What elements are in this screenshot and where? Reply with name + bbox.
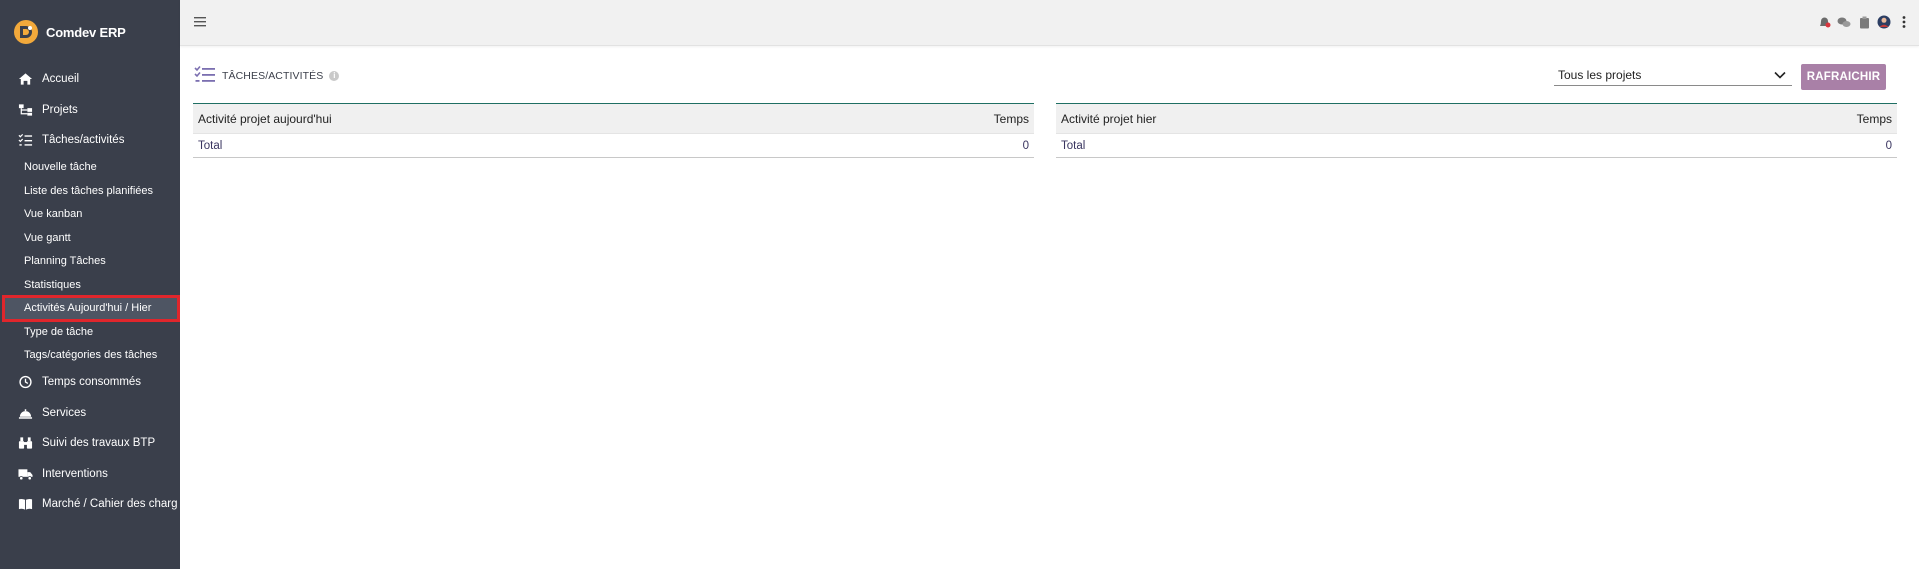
submenu-item-label: Type de tâche (24, 325, 94, 338)
submenu-item-vue-gantt[interactable]: Vue gantt (0, 226, 180, 250)
book-icon (16, 497, 34, 511)
total-label: Total (1061, 139, 1086, 152)
submenu-item-label: Planning Tâches (24, 255, 106, 268)
table-row-total: Total 0 (1056, 134, 1897, 158)
sidebar-item-taches[interactable]: Tâches/activités (0, 125, 180, 156)
sidebar-item-services[interactable]: Services (0, 398, 180, 429)
service-bell-icon (16, 406, 34, 420)
submenu-item-label: Vue kanban (24, 208, 83, 221)
submenu-item-type-tache[interactable]: Type de tâche (0, 320, 180, 344)
submenu-item-label: Liste des tâches planifiées (24, 184, 154, 197)
submenu-item-label: Activités Aujourd'hui / Hier (24, 302, 152, 315)
binoculars-icon (16, 436, 34, 450)
submenu-item-label: Vue gantt (24, 231, 71, 244)
sidebar-item-label: Temps consommés (42, 376, 142, 389)
sidebar-item-label: Tâches/activités (42, 134, 125, 147)
home-icon (16, 72, 34, 86)
app-logo-icon (14, 20, 38, 44)
yesterday-activity-table: Activité projet hier Temps Total 0 (1056, 103, 1897, 158)
today-activity-table: Activité projet aujourd'hui Temps Total … (193, 103, 1034, 158)
submenu-item-label: Statistiques (24, 278, 81, 291)
tasks-list-icon (194, 65, 216, 86)
menu-toggle-icon[interactable] (194, 16, 208, 28)
sidebar-item-label: Marché / Cahier des charg (42, 498, 178, 511)
sidebar-item-label: Interventions (42, 467, 108, 480)
sidebar-item-label: Projets (42, 103, 78, 116)
sitemap-icon (16, 103, 34, 117)
project-filter-value: Tous les projets (1558, 67, 1642, 82)
info-icon[interactable]: i (329, 70, 340, 81)
table-header: Activité projet aujourd'hui Temps (193, 104, 1034, 134)
submenu-item-statistiques[interactable]: Statistiques (0, 273, 180, 297)
submenu-item-activites-aujourdhui-hier[interactable]: Activités Aujourd'hui / Hier (2, 294, 180, 322)
submenu-taches: Nouvelle tâche Liste des tâches planifié… (0, 156, 180, 368)
total-label: Total (198, 139, 223, 152)
clipboard-icon[interactable] (1857, 15, 1871, 29)
sidebar-item-marche-cahier[interactable]: Marché / Cahier des charg (0, 489, 180, 520)
sidebar-item-temps-consommes[interactable]: Temps consommés (0, 367, 180, 398)
app-title: Comdev ERP (46, 24, 126, 40)
truck-icon (16, 467, 34, 481)
column-header-activity: Activité projet hier (1061, 111, 1157, 126)
submenu-item-label: Nouvelle tâche (24, 161, 97, 174)
column-header-activity: Activité projet aujourd'hui (198, 111, 332, 126)
total-value: 0 (1885, 139, 1892, 152)
table-row-total: Total 0 (193, 134, 1034, 158)
chevron-down-icon (1774, 68, 1786, 82)
submenu-item-liste-taches[interactable]: Liste des tâches planifiées (0, 179, 180, 203)
refresh-button[interactable]: RAFRAICHIR (1801, 64, 1886, 90)
brand[interactable]: Comdev ERP (14, 20, 126, 44)
sidebar-item-label: Services (42, 406, 87, 419)
submenu-item-planning[interactable]: Planning Tâches (0, 250, 180, 274)
user-avatar[interactable] (1877, 15, 1891, 29)
page-title: TÂCHES/ACTIVITÉS (222, 69, 324, 82)
sidebar-item-interventions[interactable]: Interventions (0, 459, 180, 490)
chat-icon[interactable] (1837, 15, 1851, 29)
page-header: TÂCHES/ACTIVITÉS i (194, 65, 340, 86)
table-header: Activité projet hier Temps (1056, 104, 1897, 134)
more-vertical-icon[interactable] (1897, 15, 1911, 29)
top-bar (180, 0, 1919, 46)
submenu-item-vue-kanban[interactable]: Vue kanban (0, 203, 180, 227)
total-value: 0 (1022, 139, 1029, 152)
main-content: TÂCHES/ACTIVITÉS i Tous les projets RAFR… (180, 47, 1919, 569)
sidebar-item-suivi-travaux-btp[interactable]: Suivi des travaux BTP (0, 428, 180, 459)
sidebar-item-projets[interactable]: Projets (0, 95, 180, 126)
sidebar-item-accueil[interactable]: Accueil (0, 64, 180, 95)
sidebar: Comdev ERP Accueil Projets Tâches/activi… (0, 0, 180, 569)
column-header-time: Temps (1856, 111, 1892, 126)
submenu-item-nouvelle-tache[interactable]: Nouvelle tâche (0, 156, 180, 180)
submenu-item-tags-categories[interactable]: Tags/catégories des tâches (0, 344, 180, 368)
top-right-icons (1817, 15, 1911, 29)
clock-icon (16, 375, 34, 389)
tasks-icon (16, 133, 34, 147)
sidebar-menu: Accueil Projets Tâches/activités Nouvell… (0, 64, 180, 520)
submenu-item-label: Tags/catégories des tâches (24, 349, 158, 362)
sidebar-item-label: Accueil (42, 73, 80, 86)
sidebar-item-label: Suivi des travaux BTP (42, 437, 156, 450)
notification-bell-icon[interactable] (1817, 15, 1831, 29)
project-filter-select[interactable]: Tous les projets (1554, 64, 1792, 86)
column-header-time: Temps (993, 111, 1029, 126)
